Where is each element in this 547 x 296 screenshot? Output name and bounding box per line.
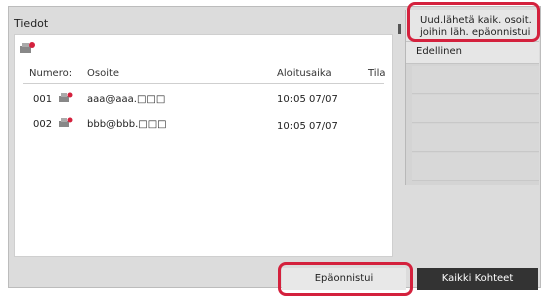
row-number: 001 bbox=[33, 94, 53, 105]
failed-tab[interactable]: Epäonnistui bbox=[282, 268, 406, 290]
column-header-status: Tila bbox=[368, 68, 386, 79]
empty-menu-slot bbox=[412, 153, 539, 181]
empty-menu-slot bbox=[412, 66, 539, 94]
previous-button[interactable]: Edellinen bbox=[406, 42, 539, 64]
row-number: 002 bbox=[33, 119, 53, 130]
row-start-time: 10:05 07/07 bbox=[277, 94, 338, 105]
empty-menu-slot bbox=[412, 95, 539, 123]
panel-title: Tiedot bbox=[14, 17, 49, 30]
scroll-handle[interactable] bbox=[398, 24, 401, 34]
row-address: aaa@aaa.□□□ bbox=[87, 94, 166, 105]
table-row[interactable]: 002 bbb@bbb.□□□ 10:05 07/07 bbox=[15, 115, 392, 137]
resend-to-failed-button[interactable]: Uud.lähetä kaik. osoit. joihin läh. epäo… bbox=[406, 10, 539, 42]
fax-error-icon bbox=[59, 117, 73, 127]
table-row[interactable]: 001 aaa@aaa.□□□ 10:05 07/07 bbox=[15, 90, 392, 112]
column-header-start-time: Aloitusaika bbox=[277, 68, 332, 79]
row-start-time: 10:05 07/07 bbox=[277, 121, 338, 132]
row-address: bbb@bbb.□□□ bbox=[87, 119, 167, 130]
header-divider bbox=[23, 83, 384, 84]
action-menu: Uud.lähetä kaik. osoit. joihin läh. epäo… bbox=[405, 10, 539, 185]
all-destinations-tab[interactable]: Kaikki Kohteet bbox=[417, 268, 538, 290]
column-header-address: Osoite bbox=[87, 68, 120, 79]
fax-status-icon bbox=[20, 42, 35, 53]
destination-list: Numero: Osoite Aloitusaika Tila 001 aaa@… bbox=[14, 34, 393, 257]
column-header-number: Numero: bbox=[29, 68, 73, 79]
empty-menu-slot bbox=[412, 124, 539, 152]
fax-error-icon bbox=[59, 92, 73, 102]
